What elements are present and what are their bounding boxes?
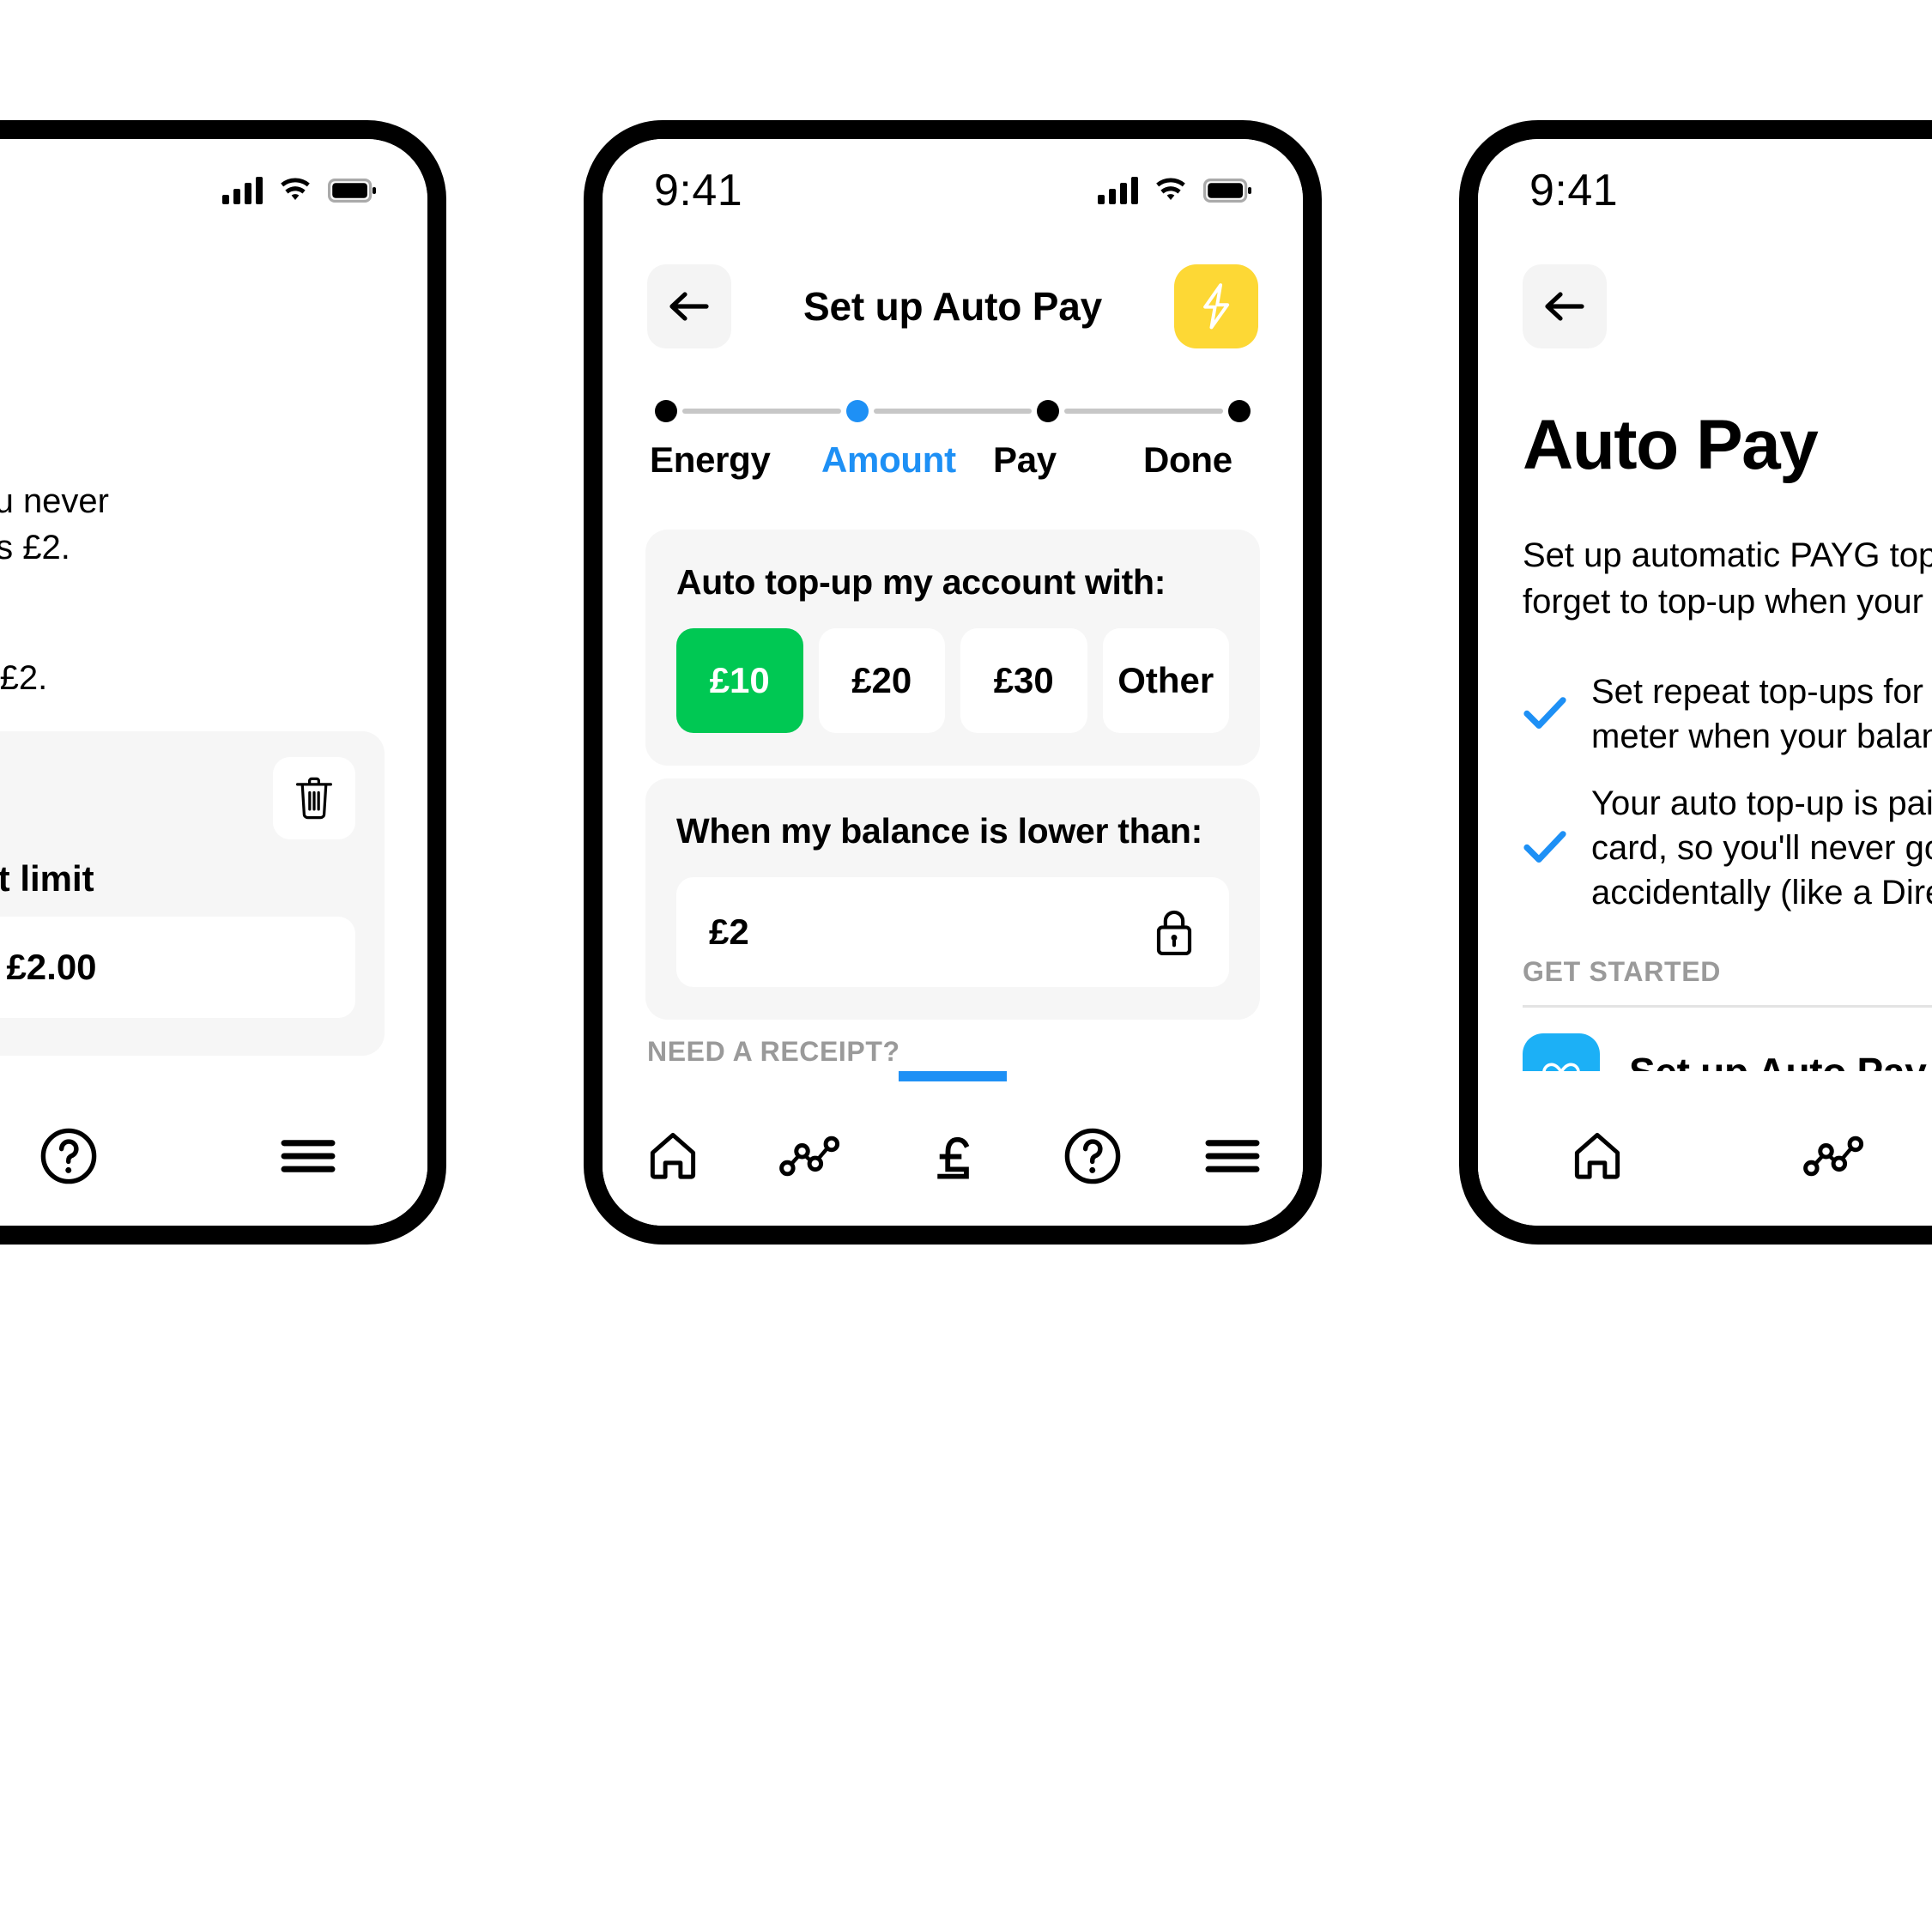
help-icon (40, 1128, 97, 1184)
step-label-energy[interactable]: Energy (650, 439, 821, 481)
hero-intro: Set up automatic PAYG top-u forget to to… (1523, 536, 1932, 621)
threshold-card-title: When my balance is lower than: (676, 811, 1202, 851)
check-icon (1523, 828, 1567, 869)
phone-left-screen: Auto Pay c PAYG top-ups so you never whe… (0, 139, 427, 1226)
tab-menu-mid[interactable] (1163, 1109, 1303, 1203)
page-title-mid: Set up Auto Pay (803, 284, 1102, 329)
status-time-right: 9:41 (1529, 166, 1619, 215)
status-bar-mid: 9:41 (603, 139, 1303, 242)
status-icons-mid (1098, 177, 1251, 204)
amount-option-30[interactable]: £30 (960, 628, 1087, 733)
tabbar-mid (603, 1071, 1303, 1226)
benefit-text: Set repeat top-ups for yo meter when you… (1591, 673, 1932, 755)
navbar-left: Auto Pay (0, 242, 427, 371)
delete-button[interactable] (273, 757, 355, 839)
wifi-icon (281, 178, 310, 200)
phone-mid: 9:41 Set up Auto Pay Energy Amount Pay D… (584, 120, 1322, 1245)
navbar-mid: Set up Auto Pay (603, 242, 1303, 371)
threshold-value: £2 (709, 911, 749, 952)
usage-chart-icon (778, 1136, 839, 1177)
hamburger-icon (281, 1140, 336, 1172)
signal-icon (1098, 177, 1138, 204)
home-icon (650, 1132, 695, 1179)
progress-stepper: Energy Amount Pay Done (603, 397, 1303, 481)
tab-home-right[interactable] (1478, 1109, 1717, 1203)
left-para-2: op-ups for your PAYG your balance reache… (0, 659, 48, 697)
check-icon (1523, 694, 1567, 735)
right-content: Auto Pay Set up automatic PAYG top-u for… (1523, 405, 1932, 1139)
benefits-list: Set repeat top-ups for yo meter when you… (1523, 669, 1932, 915)
arrow-left-icon (1545, 292, 1584, 321)
step-label-done[interactable]: Done (1143, 439, 1256, 481)
back-button-mid[interactable] (647, 264, 731, 348)
amount-option-20[interactable]: £20 (818, 628, 945, 733)
step-line-1 (682, 409, 841, 414)
usage-chart-icon (1803, 1136, 1864, 1177)
benefit-item: Your auto top-up is paid card, so you'll… (1523, 781, 1932, 915)
hero-heading: Auto Pay (1523, 406, 1819, 484)
trash-icon (295, 777, 332, 820)
tab-usage-mid[interactable] (742, 1109, 882, 1203)
page-title-left: Auto Pay (0, 283, 383, 330)
tab-help-mid[interactable] (1023, 1109, 1163, 1203)
balance-threshold-card: When my balance is lower than: £2 (645, 778, 1260, 1020)
phone-right: 9:41 Auto Pay Auto Pay Set up automatic … (1459, 120, 1932, 1245)
step-label-pay[interactable]: Pay (993, 439, 1143, 481)
step-line-2 (873, 409, 1033, 414)
step-dot-amount[interactable] (845, 400, 869, 422)
phone-right-screen: 9:41 Auto Pay Auto Pay Set up automatic … (1478, 139, 1932, 1226)
step-dot-done[interactable] (1228, 400, 1251, 422)
bolt-icon (1203, 283, 1230, 330)
battery-icon (328, 179, 376, 203)
tab-balance-mid[interactable] (882, 1071, 1022, 1203)
credit-limit-value[interactable]: £2.00 (0, 917, 355, 1018)
pound-icon (937, 1136, 970, 1179)
benefit-text: Your auto top-up is paid card, so you'll… (1591, 784, 1932, 911)
lock-icon (1156, 910, 1192, 956)
tab-usage-right[interactable] (1717, 1109, 1932, 1203)
step-line-3 (1064, 409, 1224, 414)
topup-card-title: Auto top-up my account with: (676, 562, 1166, 602)
status-bar-left (0, 139, 427, 242)
tabbar-right (1478, 1071, 1932, 1226)
phone-left: Auto Pay c PAYG top-ups so you never whe… (0, 120, 446, 1245)
boost-button[interactable] (1174, 264, 1258, 348)
wifi-icon (1156, 178, 1185, 200)
left-para-1: c PAYG top-ups so you never when your ba… (0, 482, 109, 566)
amount-option-other[interactable]: Other (1102, 628, 1229, 733)
stepper-labels: Energy Amount Pay Done (650, 439, 1256, 481)
home-icon (1575, 1132, 1620, 1179)
credit-limit-card: Credit limit £2.00 (0, 731, 385, 1056)
section-header-get-started: GET STARTED (1523, 956, 1722, 987)
threshold-field[interactable]: £2 (676, 877, 1229, 987)
phone-mid-screen: 9:41 Set up Auto Pay Energy Amount Pay D… (603, 139, 1303, 1226)
help-icon (1064, 1128, 1121, 1184)
status-time-mid: 9:41 (654, 166, 743, 215)
navbar-right: Auto Pay (1478, 242, 1932, 371)
status-icons-left (222, 177, 376, 204)
tab-help-left[interactable] (0, 1109, 188, 1203)
tabbar-left (0, 1071, 427, 1226)
amount-option-10[interactable]: £10 (676, 628, 803, 733)
receipt-overline: NEED A RECEIPT? (647, 1036, 900, 1067)
back-button-right[interactable] (1523, 264, 1607, 348)
active-tab-indicator (899, 1071, 1007, 1081)
tab-menu-left[interactable] (188, 1109, 427, 1203)
credit-limit-label: Credit limit (0, 858, 94, 899)
arrow-left-icon (669, 292, 709, 321)
tab-home-mid[interactable] (603, 1109, 742, 1203)
signal-icon (222, 177, 263, 204)
step-label-amount[interactable]: Amount (821, 439, 993, 481)
amount-options: £10 £20 £30 Other (676, 628, 1229, 733)
battery-icon (1203, 179, 1251, 203)
screenshot-canvas: Auto Pay c PAYG top-ups so you never whe… (0, 0, 1932, 1932)
step-dot-energy[interactable] (655, 400, 677, 422)
hamburger-icon (1205, 1140, 1260, 1172)
topup-amount-card: Auto top-up my account with: £10 £20 £30… (645, 530, 1260, 766)
stepper-track (650, 397, 1256, 426)
step-dot-pay[interactable] (1037, 400, 1060, 422)
benefit-item: Set repeat top-ups for yo meter when you… (1523, 669, 1932, 759)
page-title-right: Auto Pay (1607, 283, 1932, 330)
status-bar-right: 9:41 (1478, 139, 1932, 242)
